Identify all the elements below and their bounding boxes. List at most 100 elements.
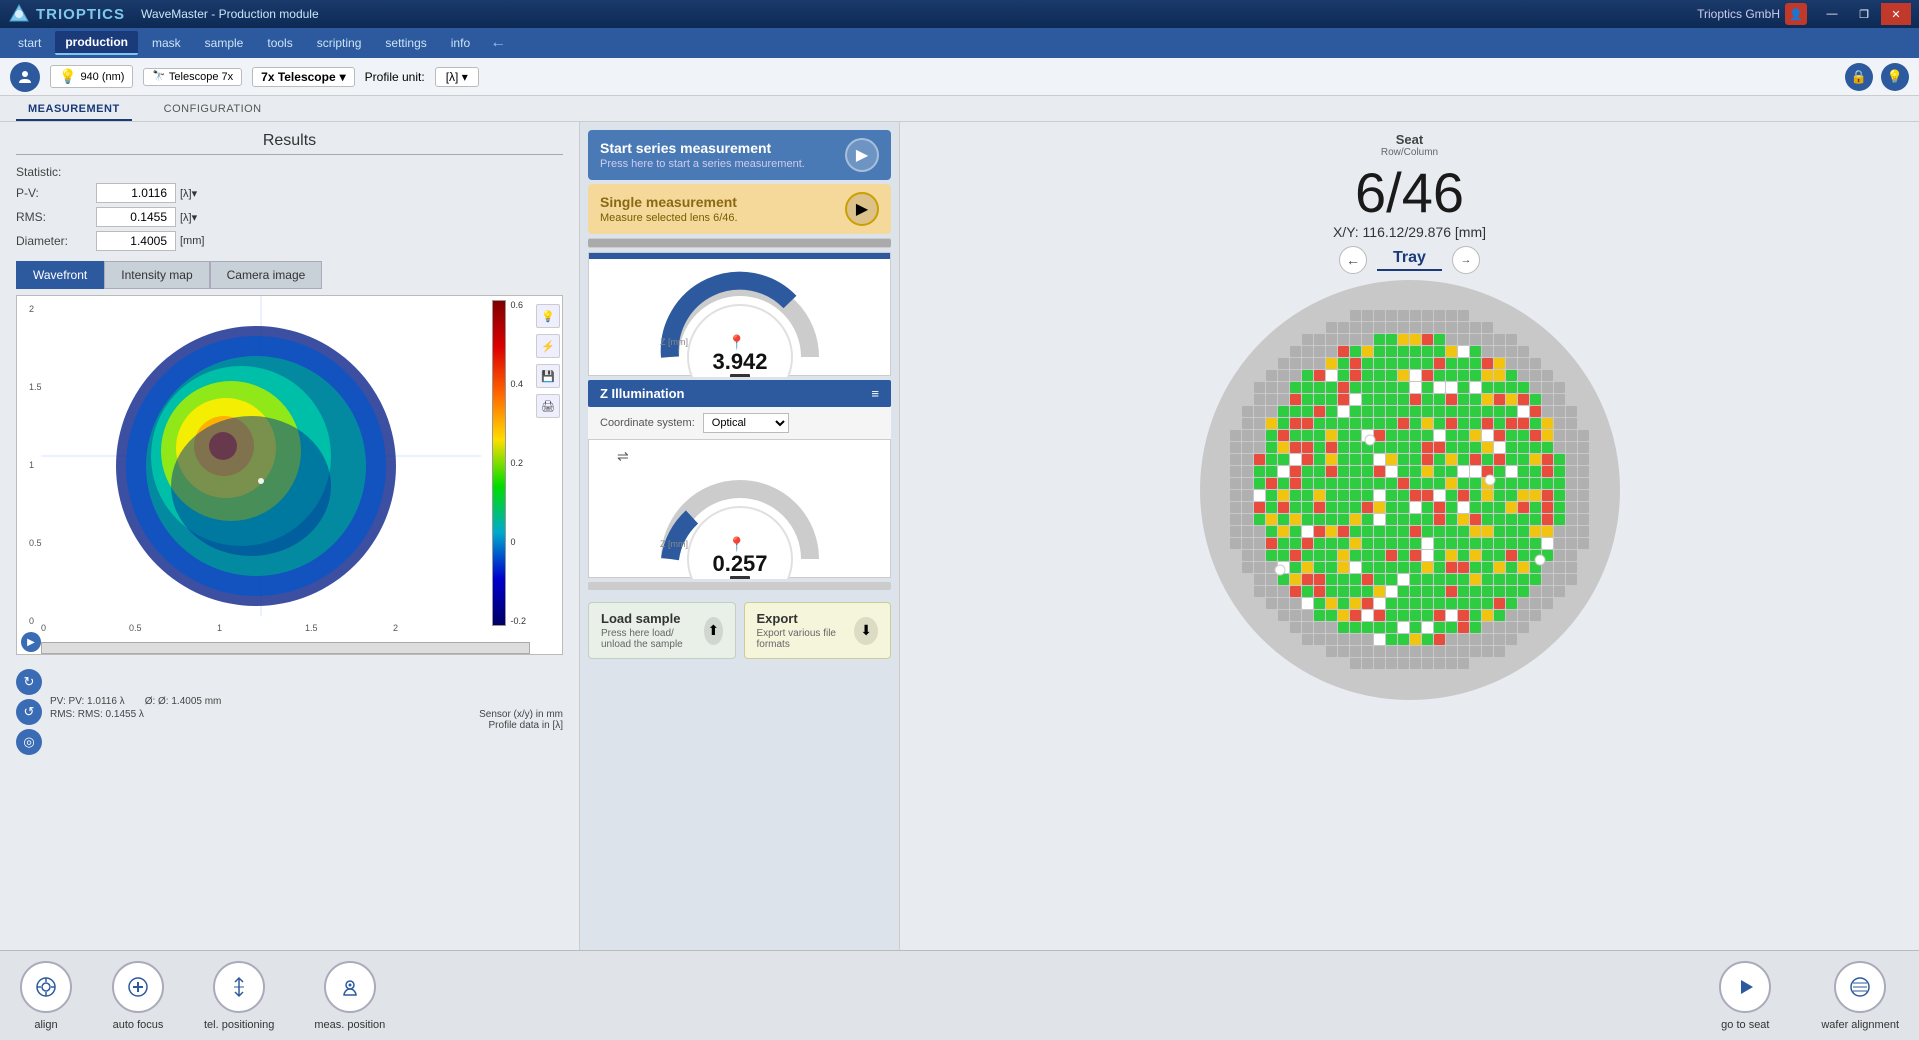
- menu-mask[interactable]: mask: [142, 32, 191, 54]
- left-icons-column: ↻ ↺ ◎: [16, 669, 42, 755]
- horizontal-scrollbar[interactable]: [41, 642, 530, 654]
- window-controls: — ❐ ✕: [1817, 3, 1911, 25]
- wafer-align-label: wafer alignment: [1821, 1019, 1899, 1031]
- rms-row: RMS: 0.1455 [λ]▾: [16, 207, 563, 227]
- back-button[interactable]: ←: [484, 34, 512, 52]
- diameter-label: Diameter:: [16, 234, 96, 248]
- lock-icon[interactable]: 🔒: [1845, 63, 1873, 91]
- menu-settings[interactable]: settings: [375, 32, 436, 54]
- wafer-alignment-button[interactable]: wafer alignment: [1821, 961, 1899, 1031]
- mid-scrollbar[interactable]: [588, 238, 891, 248]
- footer-diam-label: Ø:: [145, 696, 158, 707]
- goto-seat-icon: [1719, 961, 1771, 1013]
- y-label-15: 1.5: [29, 382, 42, 392]
- export-desc: Export various file formats: [757, 628, 855, 650]
- lamp2-icon[interactable]: 💡: [1881, 63, 1909, 91]
- autofocus-button[interactable]: auto focus: [112, 961, 164, 1031]
- tel-positioning-button[interactable]: tel. positioning: [204, 961, 274, 1031]
- tray-next-button[interactable]: →: [1452, 246, 1480, 274]
- pv-label: P-V:: [16, 186, 96, 200]
- color-bar: [492, 300, 506, 626]
- profile-unit-value: [λ]: [446, 70, 459, 84]
- gauge1-svg: 📍 3.942 Z [mm]: [650, 267, 830, 377]
- menu-sample[interactable]: sample: [195, 32, 254, 54]
- svg-text:2: 2: [393, 623, 398, 633]
- user-icon[interactable]: 👤: [1785, 3, 1807, 25]
- align-button[interactable]: align: [20, 961, 72, 1031]
- export-card[interactable]: Export Export various file formats ⬇: [744, 602, 892, 659]
- export-title: Export: [757, 611, 855, 626]
- restore-button[interactable]: ❐: [1849, 3, 1879, 25]
- single-play-button[interactable]: ▶: [845, 192, 879, 226]
- cb-label-04: 0.4: [510, 379, 526, 389]
- y-label-1: 1: [29, 460, 42, 470]
- mid-bottom-scrollbar[interactable]: [588, 582, 891, 590]
- coord-system-select[interactable]: Optical Mechanical: [703, 413, 789, 433]
- tab-configuration[interactable]: CONFIGURATION: [152, 99, 274, 121]
- svg-text:1.5: 1.5: [305, 623, 318, 633]
- diameter-value: 1.4005: [96, 231, 176, 251]
- export-icon[interactable]: ⬇: [854, 617, 878, 645]
- footer-diam-value: Ø: 1.4005 mm: [158, 696, 221, 707]
- series-measurement-card[interactable]: Start series measurement Press here to s…: [588, 130, 891, 180]
- menu-tools[interactable]: tools: [257, 32, 302, 54]
- tray-prev-button[interactable]: ←: [1339, 246, 1367, 274]
- mid-scroll-area: Start series measurement Press here to s…: [580, 122, 899, 950]
- cb-label-0: 0: [510, 537, 526, 547]
- menu-info[interactable]: info: [441, 32, 480, 54]
- tab-wavefront[interactable]: Wavefront: [16, 261, 104, 289]
- single-measurement-card[interactable]: Single measurement Measure selected lens…: [588, 184, 891, 234]
- tray-svg: [1200, 280, 1620, 700]
- tab-camera-image[interactable]: Camera image: [210, 261, 323, 289]
- menu-production[interactable]: production: [55, 31, 138, 55]
- profile-unit-selector[interactable]: [λ] ▾: [435, 67, 479, 87]
- sliders-icon[interactable]: ⇌: [617, 448, 629, 465]
- svg-text:3.942: 3.942: [712, 349, 767, 374]
- load-sample-card[interactable]: Load sample Press here load/ unload the …: [588, 602, 736, 659]
- y-label-2: 2: [29, 304, 42, 314]
- gauge2-svg: 📍 0.257 Z [mm]: [650, 469, 830, 579]
- illumination-menu-icon[interactable]: ≡: [871, 386, 879, 401]
- wavelength-selector[interactable]: 💡 940 (nm): [50, 65, 133, 88]
- minimize-button[interactable]: —: [1817, 3, 1847, 25]
- statistic-header-row: Statistic:: [16, 165, 563, 179]
- measure-icon[interactable]: ◎: [16, 729, 42, 755]
- footer-stats: PV: PV: 1.0116 λ Ø: Ø: 1.4005 mm: [50, 694, 563, 709]
- series-title: Start series measurement: [600, 140, 805, 156]
- home-icon[interactable]: [10, 62, 40, 92]
- rotate-ccw-icon[interactable]: ↺: [16, 699, 42, 725]
- play-bottom-icon[interactable]: ▶: [21, 632, 41, 652]
- save-icon[interactable]: 💾: [536, 364, 560, 388]
- brightness-icon[interactable]: 💡: [536, 304, 560, 328]
- telescope-prefix[interactable]: 🔭 Telescope 7x: [143, 68, 242, 86]
- meas-position-button[interactable]: meas. position: [314, 961, 385, 1031]
- print-icon[interactable]: 🖨: [536, 394, 560, 418]
- pv-unit[interactable]: [λ]▾: [180, 187, 197, 200]
- series-play-button[interactable]: ▶: [845, 138, 879, 172]
- scrollbar-thumb: [588, 239, 891, 247]
- y-label-05: 0.5: [29, 538, 42, 548]
- menubar: start production mask sample tools scrip…: [0, 28, 1919, 58]
- menu-start[interactable]: start: [8, 32, 51, 54]
- telescope-dropdown[interactable]: 7x Telescope ▾: [252, 67, 355, 87]
- footer-sensor: Sensor (x/y) in mm Profile data in [λ]: [479, 709, 563, 731]
- footer-pv-label: PV:: [50, 696, 69, 707]
- tray-grid-container: [1200, 280, 1620, 700]
- wafer-icon: [1848, 975, 1872, 999]
- tray-title: Tray: [1377, 249, 1442, 271]
- tab-intensity-map[interactable]: Intensity map: [104, 261, 209, 289]
- pv-value: 1.0116: [96, 183, 176, 203]
- lightning-icon[interactable]: ⚡: [536, 334, 560, 358]
- goto-seat-button[interactable]: go to seat: [1719, 961, 1771, 1031]
- menu-scripting[interactable]: scripting: [307, 32, 372, 54]
- colorbar-labels: 0.6 0.4 0.2 0 -0.2: [510, 300, 526, 626]
- crosshair-icon: [34, 975, 58, 999]
- rms-unit[interactable]: [λ]▾: [180, 211, 197, 224]
- close-button[interactable]: ✕: [1881, 3, 1911, 25]
- load-icon[interactable]: ⬆: [704, 617, 722, 645]
- svg-text:Z [mm]: Z [mm]: [660, 337, 688, 347]
- rms-value: 0.1455: [96, 207, 176, 227]
- statistic-header-label: Statistic:: [16, 165, 96, 179]
- tab-measurement[interactable]: MEASUREMENT: [16, 99, 132, 121]
- rotate-cw-icon[interactable]: ↻: [16, 669, 42, 695]
